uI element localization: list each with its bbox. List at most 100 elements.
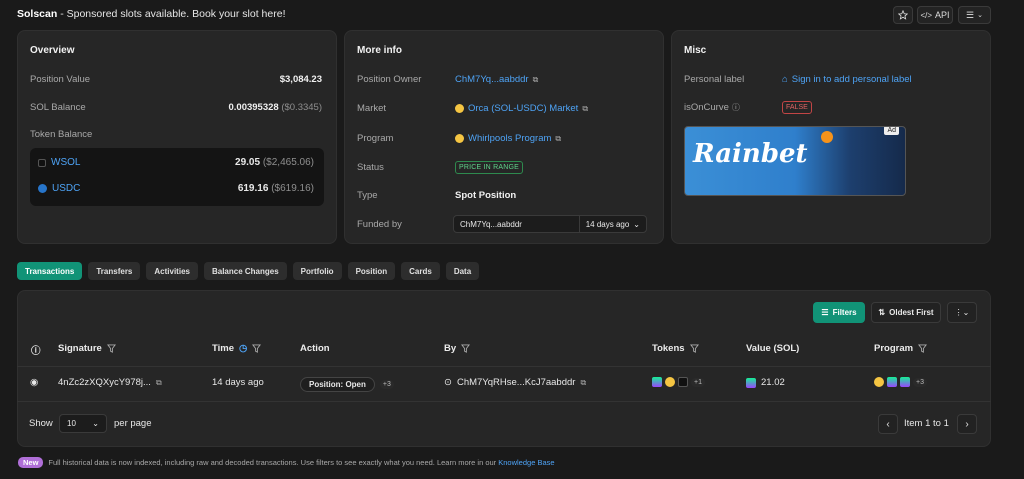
show-label: Show	[29, 418, 53, 429]
token-item-usdc[interactable]: USDC	[38, 183, 80, 194]
solana-icon	[746, 377, 756, 388]
ad-tag: Ad	[884, 127, 899, 135]
misc-title: Misc	[684, 45, 707, 56]
token-balance-list: WSOL 29.05 ($2,465.06) USDC 619.16 ($619…	[30, 148, 324, 206]
action-badge: Position: Open	[300, 377, 375, 392]
funded-by-label: Funded by	[357, 219, 402, 230]
by-link[interactable]: ⊙ ChM7YqRHse...KcJ7aabddr ⧉	[444, 377, 586, 388]
help-icon[interactable]: ⓘ	[31, 343, 41, 357]
account-icon: ⊙	[444, 377, 452, 388]
solana-icon	[900, 377, 910, 387]
personal-label-label: Personal label	[684, 74, 745, 85]
col-signature[interactable]: Signature	[58, 343, 116, 354]
position-owner-link[interactable]: ChM7Yq...aabddr ⧉	[455, 74, 538, 85]
filters-button[interactable]: ☰ Filters	[813, 302, 865, 323]
tab-transactions[interactable]: Transactions	[17, 262, 83, 280]
more-info-card: More info Position Owner ChM7Yq...aabddr…	[344, 30, 664, 244]
knowledge-base-link[interactable]: Knowledge Base	[498, 458, 554, 467]
orca-icon	[874, 377, 884, 387]
filter-icon[interactable]	[918, 344, 928, 353]
filter-icon[interactable]	[461, 344, 471, 353]
chevron-left-icon: ‹	[886, 418, 890, 430]
tab-bar: Transactions Transfers Activities Balanc…	[17, 262, 480, 280]
action-more[interactable]: +3	[379, 380, 394, 389]
favorite-button[interactable]	[893, 6, 913, 24]
wsol-icon	[678, 377, 688, 387]
oncurve-label: isOnCurve ⓘ	[684, 102, 740, 113]
next-page-button[interactable]: ›	[957, 414, 977, 434]
value-cell: 21.02	[746, 377, 785, 388]
copy-icon[interactable]: ⧉	[533, 75, 539, 85]
type-label: Type	[357, 190, 378, 201]
ad-brand: Rainbet	[693, 139, 808, 169]
orca-icon	[665, 377, 675, 387]
token-item-wsol[interactable]: WSOL	[38, 157, 80, 168]
funded-by-address[interactable]: ChM7Yq...aabddr	[454, 220, 579, 229]
tab-portfolio[interactable]: Portfolio	[292, 262, 342, 280]
tag-icon: ⌂	[782, 74, 788, 85]
chevron-down-icon: ⌄	[977, 12, 983, 19]
divider	[17, 366, 991, 367]
sponsored-banner[interactable]: Solscan - Sponsored slots available. Boo…	[17, 8, 286, 20]
tab-cards[interactable]: Cards	[401, 262, 440, 280]
solana-icon	[887, 377, 897, 387]
overview-card: Overview Position Value $3,084.23 SOL Ba…	[17, 30, 337, 244]
copy-icon[interactable]: ⧉	[555, 134, 561, 144]
info-icon[interactable]: ⓘ	[732, 102, 740, 113]
market-link[interactable]: Orca (SOL-USDC) Market ⧉	[455, 103, 588, 114]
col-value: Value (SOL)	[746, 343, 800, 354]
signature-link[interactable]: 4nZc2zXQXycY978j... ⧉	[58, 377, 162, 388]
view-icon[interactable]: ◉	[30, 377, 38, 388]
market-label: Market	[357, 103, 387, 114]
program-link[interactable]: Whirlpools Program ⧉	[455, 133, 561, 144]
wsol-icon	[38, 158, 46, 167]
filter-icon[interactable]	[252, 344, 262, 353]
position-owner-label: Position Owner	[357, 74, 422, 85]
copy-icon[interactable]: ⧉	[582, 104, 588, 114]
chevron-down-icon: ⌄	[633, 219, 640, 229]
funded-by-field[interactable]: ChM7Yq...aabddr 14 days ago ⌄	[453, 215, 647, 233]
usdc-icon	[38, 184, 47, 193]
columns-dropdown[interactable]: ⋮⌄	[947, 302, 977, 323]
list-icon: ☰	[966, 9, 975, 20]
action-cell: Position: Open +3	[300, 377, 394, 392]
chevron-down-icon: ⌄	[92, 419, 99, 428]
sol-balance-label: SOL Balance	[30, 102, 86, 113]
tab-transfers[interactable]: Transfers	[88, 262, 141, 280]
copy-icon[interactable]: ⧉	[156, 378, 162, 388]
filter-icon[interactable]	[689, 344, 699, 353]
sign-in-link[interactable]: ⌂ Sign in to add personal label	[782, 74, 912, 85]
oncurve-badge: FALSE	[782, 101, 812, 114]
tab-activities[interactable]: Activities	[146, 262, 198, 280]
ad-banner[interactable]: Rainbet Ad	[684, 126, 906, 196]
col-program[interactable]: Program	[874, 343, 928, 354]
solana-icon	[652, 377, 662, 387]
copy-icon[interactable]: ⧉	[580, 378, 586, 388]
col-time[interactable]: Time ◷	[212, 343, 262, 354]
tokens-more[interactable]: +1	[691, 377, 705, 387]
misc-card: Misc Personal label ⌂ Sign in to add pers…	[671, 30, 991, 244]
prev-page-button[interactable]: ‹	[878, 414, 898, 434]
divider	[17, 401, 991, 402]
filter-icon[interactable]	[106, 344, 116, 353]
col-tokens[interactable]: Tokens	[652, 343, 699, 354]
tab-balance-changes[interactable]: Balance Changes	[203, 262, 287, 280]
more-info-title: More info	[357, 45, 402, 56]
col-action: Action	[300, 343, 330, 354]
col-by[interactable]: By	[444, 343, 471, 354]
wsol-amount: 29.05 ($2,465.06)	[235, 157, 314, 168]
footer-notice: New Full historical data is now indexed,…	[18, 457, 555, 468]
sort-button[interactable]: ⇅ Oldest First	[871, 302, 941, 323]
per-page-select[interactable]: 10 ⌄	[59, 414, 107, 433]
type-value: Spot Position	[455, 190, 517, 201]
filter-icon: ☰	[821, 308, 829, 317]
clock-icon[interactable]: ◷	[239, 343, 247, 354]
funded-time[interactable]: 14 days ago ⌄	[578, 216, 646, 232]
overview-title: Overview	[30, 45, 75, 56]
tab-data[interactable]: Data	[445, 262, 480, 280]
menu-dropdown[interactable]: ☰ ⌄	[958, 6, 991, 24]
program-more[interactable]: +3	[913, 377, 927, 387]
tab-position[interactable]: Position	[347, 262, 396, 280]
api-button[interactable]: </> API	[917, 6, 953, 24]
per-page-label: per page	[114, 418, 152, 429]
